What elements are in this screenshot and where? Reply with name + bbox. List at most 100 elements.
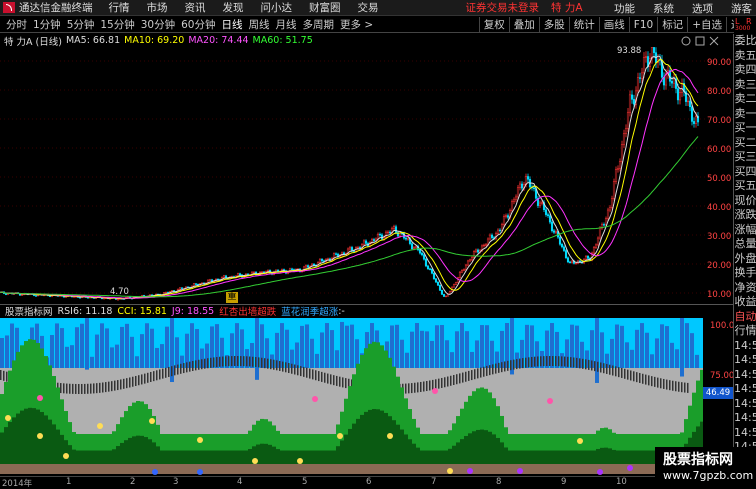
side-panel-item[interactable]: 换手 xyxy=(734,266,756,281)
side-panel-item[interactable]: 14:50 xyxy=(734,411,756,426)
ind-darkgreen-bar xyxy=(332,450,336,464)
side-panel-item[interactable]: 买四 xyxy=(734,165,756,180)
side-panel-item[interactable]: 自动 xyxy=(734,310,756,325)
side-panel-item[interactable]: 买二 xyxy=(734,136,756,151)
side-panel-item[interactable]: 14:50 xyxy=(734,353,756,368)
menu-market[interactable]: 市场 xyxy=(147,0,168,15)
price-chart[interactable] xyxy=(0,47,733,303)
menu-discover[interactable]: 发现 xyxy=(223,0,244,15)
ind-darkgreen-bar xyxy=(176,450,180,464)
candle-body xyxy=(194,283,198,285)
tool-f10[interactable]: F10 xyxy=(628,17,657,33)
ind-dark-bar xyxy=(108,381,110,392)
period-5min[interactable]: 5分钟 xyxy=(67,17,95,32)
menu-guest[interactable]: 游客 xyxy=(731,1,752,16)
ma60-value: MA60: 51.75 xyxy=(252,35,313,46)
side-panel-item[interactable]: 买三 xyxy=(734,150,756,165)
ind-darkgreen-bar xyxy=(400,429,404,464)
side-panel-item[interactable]: 委比 xyxy=(734,34,756,49)
menu-market-quotes[interactable]: 行情 xyxy=(109,0,130,15)
ind-dark-bar xyxy=(453,374,455,385)
indicator-chart[interactable] xyxy=(0,318,703,476)
candle-body xyxy=(394,226,398,233)
tool-adjust[interactable]: 复权 xyxy=(478,17,509,33)
ind-dark-bar xyxy=(243,356,245,367)
tool-mark[interactable]: 标记 xyxy=(657,17,687,33)
ind-blue-bar xyxy=(105,328,109,368)
signal-dot xyxy=(63,453,69,459)
login-warning[interactable]: 证券交易未登录 xyxy=(466,0,540,15)
side-panel-item[interactable]: 14:50 xyxy=(734,339,756,354)
tool-multi-stock[interactable]: 多股 xyxy=(538,17,569,33)
side-panel-item[interactable]: 买一 xyxy=(734,121,756,136)
ind-darkgreen-bar xyxy=(324,450,328,464)
date-label-3: 3 xyxy=(173,477,179,487)
side-panel-item[interactable]: 外盘 xyxy=(734,252,756,267)
ind-dark-bar xyxy=(339,376,341,387)
side-panel-item[interactable]: 卖三 xyxy=(734,78,756,93)
side-panel-item[interactable]: 现价 xyxy=(734,194,756,209)
ind-dark-bar xyxy=(573,357,575,368)
signal-dot xyxy=(197,469,203,475)
tool-stats[interactable]: 统计 xyxy=(568,17,599,33)
side-panel-item[interactable]: 卖五 xyxy=(734,49,756,64)
tool-add-watchlist[interactable]: +自选 xyxy=(687,17,726,33)
ind-dark-bar xyxy=(459,373,461,384)
period-more[interactable]: 更多 > xyxy=(340,17,373,32)
period-daily[interactable]: 日线 xyxy=(222,17,243,32)
tool-overlay[interactable]: 叠加 xyxy=(508,17,539,33)
period-multi[interactable]: 多周期 xyxy=(303,17,335,32)
period-weekly[interactable]: 周线 xyxy=(249,17,270,32)
period-monthly[interactable]: 月线 xyxy=(276,17,297,32)
side-panel-item[interactable]: 14:50 xyxy=(734,368,756,383)
ind-dark-bar xyxy=(537,356,539,367)
side-panel-item[interactable]: 14:50 xyxy=(734,397,756,412)
ind-darkgreen-bar xyxy=(572,450,576,464)
indicator-name[interactable]: 股票指标网 xyxy=(5,304,53,318)
candle-body xyxy=(564,250,568,259)
period-15min[interactable]: 15分钟 xyxy=(100,17,134,32)
ind-darkgreen-bar xyxy=(404,434,408,464)
candle-body xyxy=(642,57,646,74)
menu-options[interactable]: 选项 xyxy=(692,1,713,16)
side-panel-item[interactable]: 14:50 xyxy=(734,426,756,441)
candle-body xyxy=(356,247,360,249)
menu-system[interactable]: 系统 xyxy=(653,1,674,16)
side-panel-item[interactable]: 净资 xyxy=(734,281,756,296)
menu-trade[interactable]: 交易 xyxy=(358,0,379,15)
period-tick[interactable]: 分时 xyxy=(6,17,27,32)
ind-darkgreen-bar xyxy=(32,408,36,464)
ind-blue-bar xyxy=(310,338,314,368)
period-60min[interactable]: 60分钟 xyxy=(181,17,215,32)
period-1min[interactable]: 1分钟 xyxy=(33,17,61,32)
tool-draw[interactable]: 画线 xyxy=(598,17,629,33)
side-panel-item[interactable]: 总量 xyxy=(734,237,756,252)
side-panel-item[interactable]: 收益 xyxy=(734,295,756,310)
ma-legend: 特 力A (日线) MA5: 66.81 MA10: 69.20 MA20: 7… xyxy=(0,34,756,48)
side-panel-item[interactable]: 卖一 xyxy=(734,107,756,122)
side-panel-item[interactable]: 买五 xyxy=(734,179,756,194)
ind-dark-bar xyxy=(237,356,239,367)
ind-darkgreen-bar xyxy=(636,450,640,464)
menu-news[interactable]: 资讯 xyxy=(185,0,206,15)
side-panel-item[interactable]: 行情 xyxy=(734,324,756,339)
side-panel-item[interactable]: 涨跌 xyxy=(734,208,756,223)
ind-darkgreen-bar xyxy=(588,450,592,464)
side-panel-item[interactable]: 涨幅 xyxy=(734,223,756,238)
ind-darkgreen-bar xyxy=(156,446,160,464)
side-panel-item[interactable]: 卖四 xyxy=(734,63,756,78)
date-label-4: 4 xyxy=(237,477,243,487)
ind-dark-bar xyxy=(633,371,635,382)
menu-ask[interactable]: 问小达 xyxy=(261,0,293,15)
menu-function[interactable]: 功能 xyxy=(614,1,635,16)
candle-body xyxy=(610,198,614,208)
side-panel-item[interactable]: 14:50 xyxy=(734,382,756,397)
menu-wealth[interactable]: 财富圈 xyxy=(309,0,341,15)
side-panel-item[interactable]: 卖二 xyxy=(734,92,756,107)
event-marker[interactable]: 重 xyxy=(226,292,238,303)
period-30min[interactable]: 30分钟 xyxy=(141,17,175,32)
ind-darkgreen-bar xyxy=(532,450,536,464)
ind-blue-bar xyxy=(420,330,424,368)
ind-darkgreen-bar xyxy=(524,450,528,464)
ind-blue-bar xyxy=(680,318,684,377)
